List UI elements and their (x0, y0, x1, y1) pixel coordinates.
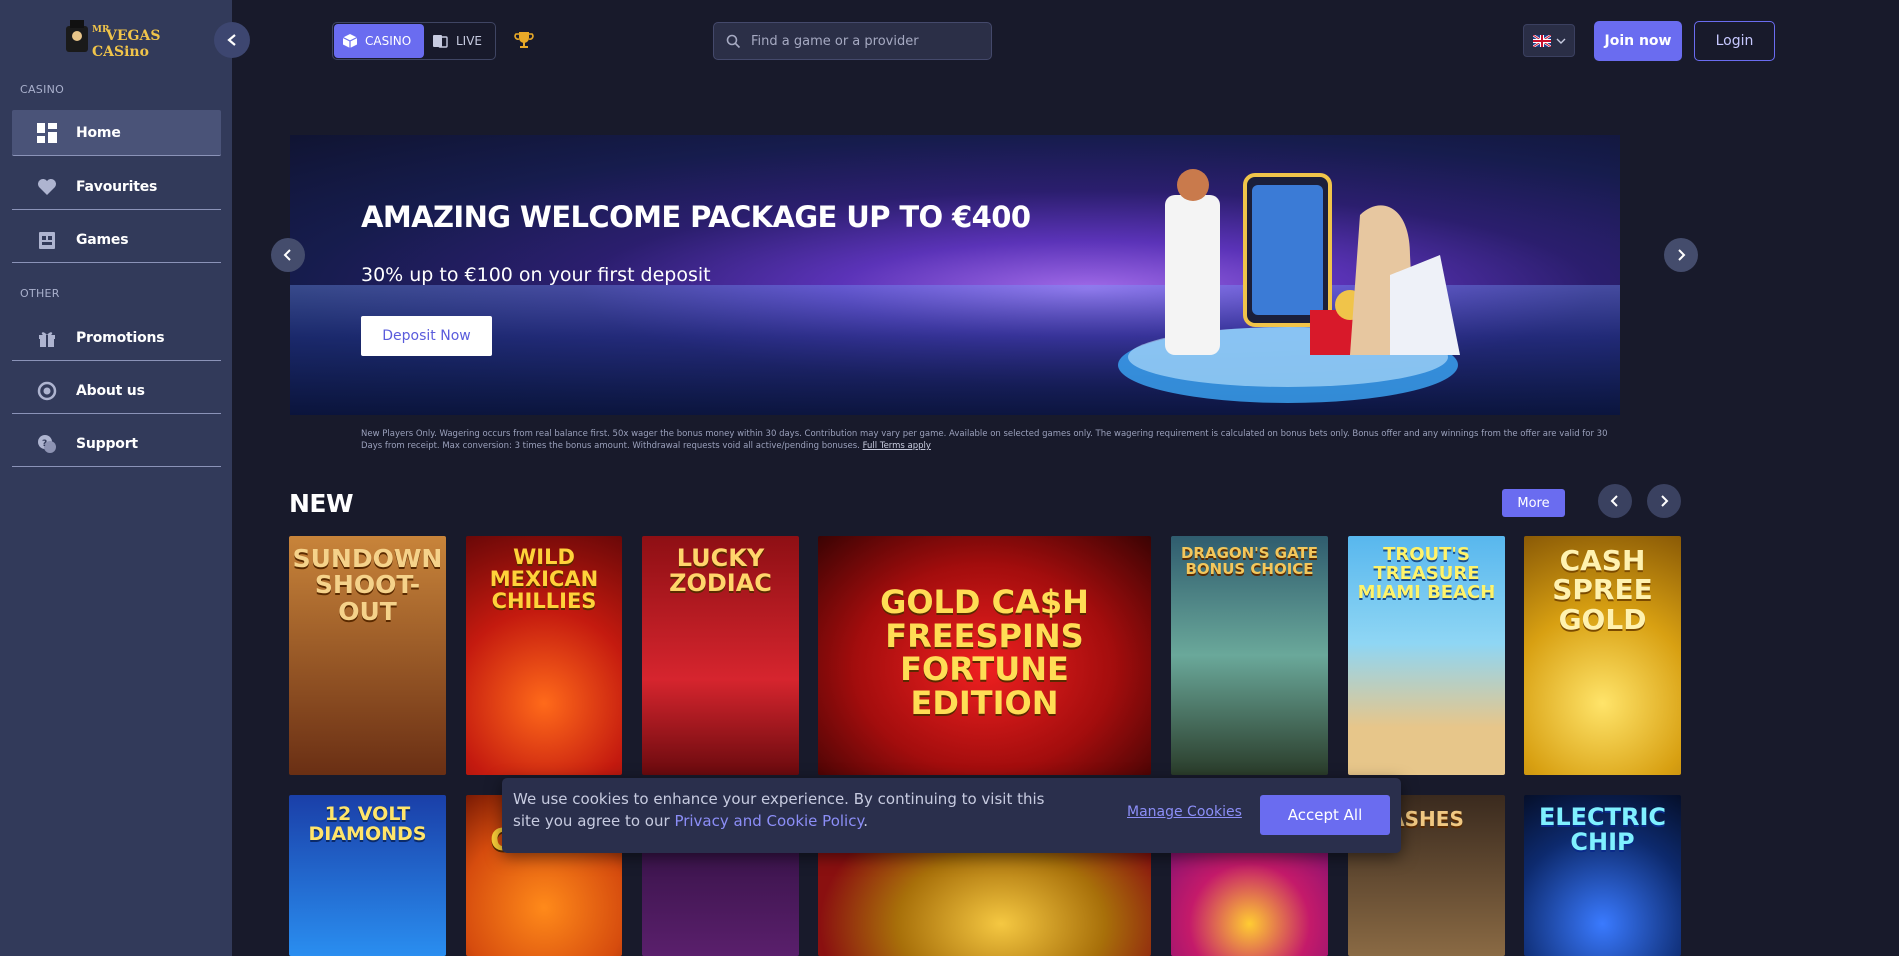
tab-casino[interactable]: CASINO (334, 24, 424, 58)
deposit-now-button[interactable]: Deposit Now (361, 316, 492, 356)
manage-cookies-link[interactable]: Manage Cookies (1127, 804, 1242, 820)
sidebar-item-label: About us (76, 382, 145, 399)
join-now-button[interactable]: Join now (1594, 21, 1682, 61)
sidebar-item-games[interactable]: Games (12, 217, 221, 263)
game-tile-wild-mexican-chillies[interactable]: WILD MEXICAN CHILLIES (466, 536, 622, 775)
chevron-left-icon (227, 34, 236, 46)
chevron-left-icon (1610, 495, 1618, 507)
chevron-right-icon (1661, 495, 1669, 507)
chevron-down-icon (1556, 38, 1565, 44)
game-tile-sundown-shoot-out[interactable]: SUNDOWN SHOOT-OUT (289, 536, 446, 775)
game-tile-gold-cash-freespins[interactable]: GOLD CA$H FREESPINS FORTUNE EDITION (818, 536, 1151, 775)
accept-all-button[interactable]: Accept All (1260, 795, 1390, 835)
cookie-period: . (863, 812, 868, 830)
game-title: TROUT'S TREASURE MIAMI BEACH (1357, 544, 1496, 603)
collapse-sidebar-button[interactable] (214, 22, 250, 58)
tab-casino-label: CASINO (365, 34, 412, 48)
carousel-prev-button[interactable] (1598, 484, 1632, 518)
language-selector[interactable] (1523, 24, 1575, 57)
sidebar-item-home[interactable]: Home (12, 110, 221, 156)
privacy-policy-link[interactable]: Privacy and Cookie Policy (674, 812, 863, 830)
terms-body: New Players Only. Wagering occurs from r… (361, 429, 1608, 451)
game-title: GOLD CA$H FREESPINS FORTUNE EDITION (880, 583, 1089, 722)
more-button[interactable]: More (1502, 489, 1565, 517)
about-circle-icon (36, 380, 58, 402)
hero-subtitle: 30% up to €100 on your first deposit (361, 264, 711, 286)
top-bar: CASINO LIVE Join now Login (232, 0, 1899, 80)
full-terms-link[interactable]: Full Terms apply (863, 441, 931, 451)
game-tile-dragons-gate[interactable]: DRAGON'S GATE BONUS CHOICE (1171, 536, 1328, 775)
sidebar-item-label: Support (76, 435, 138, 452)
chevron-left-icon (283, 249, 291, 261)
cookie-text: We use cookies to enhance your experienc… (513, 788, 1073, 832)
casino-logo[interactable]: MR VEGAS CASino (62, 16, 172, 60)
support-chat-icon: ? (36, 433, 58, 455)
section-label-casino: CASINO (20, 83, 65, 96)
game-tile-trouts-treasure[interactable]: TROUT'S TREASURE MIAMI BEACH (1348, 536, 1505, 775)
game-title: 12 VOLT DIAMONDS (308, 803, 427, 845)
game-title: LUCKY ZODIAC (669, 544, 772, 598)
tab-live-label: LIVE (456, 34, 483, 48)
search-input[interactable] (751, 33, 971, 49)
game-title: SUNDOWN SHOOT-OUT (292, 544, 443, 626)
tab-live[interactable]: LIVE (424, 24, 490, 58)
cards-icon (36, 229, 58, 251)
game-tile-12-volt-diamonds[interactable]: 12 VOLT DIAMONDS (289, 795, 446, 956)
search-box[interactable] (713, 22, 992, 60)
chevron-right-icon (1678, 249, 1686, 261)
grid-icon (36, 122, 58, 144)
trophy-icon[interactable] (514, 30, 534, 54)
login-button[interactable]: Login (1694, 21, 1775, 61)
game-title: ELECTRIC CHIP (1538, 803, 1667, 857)
sidebar-item-promotions[interactable]: Promotions (12, 315, 221, 361)
live-cards-icon (433, 35, 448, 48)
sidebar-item-label: Promotions (76, 329, 165, 346)
gift-icon (36, 327, 58, 349)
casino-live-toggle: CASINO LIVE (332, 22, 496, 60)
hero-next-button[interactable] (1664, 238, 1698, 272)
sidebar-item-label: Favourites (76, 178, 158, 195)
search-icon (726, 34, 741, 48)
svg-text:?: ? (42, 439, 47, 449)
section-label-other: OTHER (20, 287, 60, 300)
game-tile-cash-spree-gold[interactable]: CASH SPREE GOLD (1524, 536, 1681, 775)
game-tile-lucky-zodiac[interactable]: LUCKY ZODIAC (642, 536, 799, 775)
cube-icon (342, 34, 358, 48)
sidebar-item-support[interactable]: ? Support (12, 421, 221, 467)
terms-text: New Players Only. Wagering occurs from r… (361, 428, 1626, 452)
carousel-next-button[interactable] (1647, 484, 1681, 518)
svg-text:VEGAS: VEGAS (105, 28, 160, 44)
sidebar-item-label: Games (76, 231, 129, 248)
sidebar: MR VEGAS CASino CASINO Home Favourites G… (0, 0, 232, 956)
hero-prev-button[interactable] (271, 238, 305, 272)
sidebar-item-label: Home (76, 124, 121, 141)
game-title: CASH SPREE GOLD (1552, 544, 1653, 636)
game-title: WILD MEXICAN CHILLIES (489, 545, 599, 614)
sidebar-item-favourites[interactable]: Favourites (12, 164, 221, 210)
new-section-title: NEW (289, 489, 354, 518)
hero-title: AMAZING WELCOME PACKAGE UP TO €400 (361, 200, 1031, 234)
game-title: DRAGON'S GATE BONUS CHOICE (1180, 544, 1319, 578)
cookie-banner: We use cookies to enhance your experienc… (502, 778, 1401, 853)
uk-flag-icon (1532, 34, 1551, 47)
game-tile-electric-chip[interactable]: ELECTRIC CHIP (1524, 795, 1681, 956)
heart-icon (36, 176, 58, 198)
sidebar-item-about-us[interactable]: About us (12, 368, 221, 414)
svg-text:CASino: CASino (92, 44, 149, 60)
